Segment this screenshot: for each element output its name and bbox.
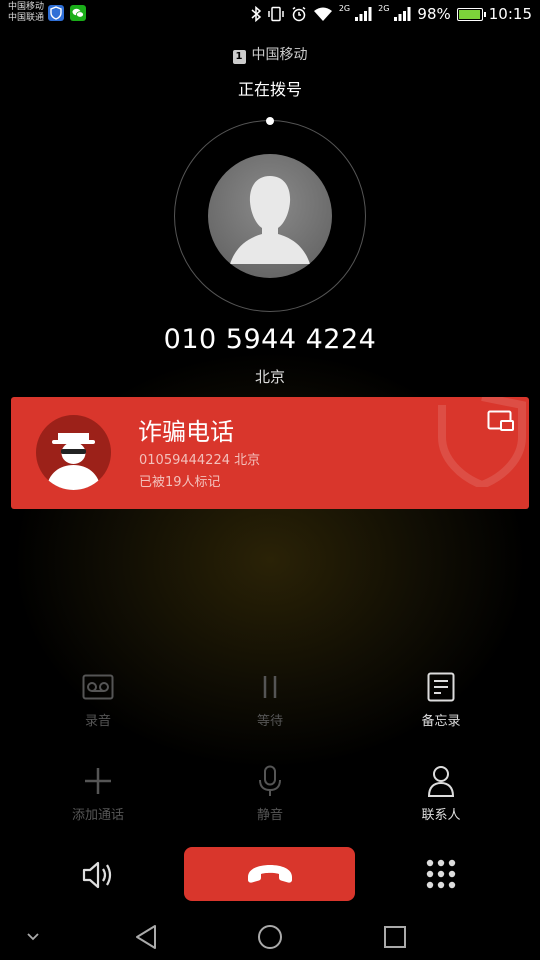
contacts-icon: [427, 766, 455, 797]
hold-button[interactable]: 等待: [200, 670, 340, 729]
phone-number: 010 5944 4224: [163, 324, 377, 355]
hang-up-icon: [247, 865, 292, 883]
add-call-label: 添加通话: [71, 808, 124, 823]
network-type-1: 2G: [338, 3, 351, 13]
contacts-button[interactable]: 联系人: [371, 764, 511, 823]
bluetooth-icon: [251, 6, 261, 22]
record-label: 录音: [84, 714, 111, 729]
contact-avatar: [208, 154, 332, 278]
network-type-2: 2G: [378, 3, 390, 13]
hold-label: 等待: [256, 714, 283, 729]
battery-percent: 98%: [417, 5, 451, 23]
status-bar: 中国移动 中国联通 2G 2G 98% 10:15: [0, 0, 540, 28]
memo-button[interactable]: 备忘录: [371, 670, 511, 729]
status-icons: 2G 2G 98% 10:15: [251, 4, 532, 24]
fraud-warning-card[interactable]: 诈骗电话 01059444224 北京 已被19人标记: [11, 397, 529, 509]
caller-location: 北京: [254, 368, 285, 386]
wifi-icon: [313, 7, 332, 21]
add-call-button[interactable]: 添加通话: [28, 764, 168, 823]
sim-carrier: 中国移动: [251, 47, 308, 63]
recents-icon[interactable]: [383, 925, 407, 949]
mute-icon: [259, 765, 281, 796]
record-icon: [82, 674, 114, 700]
add-call-icon: [85, 768, 111, 794]
memo-label: 备忘录: [421, 714, 461, 729]
carrier-labels: 中国移动 中国联通: [8, 2, 44, 24]
battery-icon: [456, 7, 486, 21]
alarm-icon: [292, 6, 306, 22]
fraud-number-location: 01059444224 北京: [139, 453, 261, 468]
floating-window-icon[interactable]: [487, 410, 515, 434]
vibrate-icon: [268, 6, 284, 22]
sim-carrier-row: 1 中国移动: [0, 44, 540, 64]
mute-label: 静音: [256, 808, 283, 823]
memo-icon: [427, 672, 455, 702]
contacts-label: 联系人: [421, 808, 461, 823]
person-silhouette-icon: [230, 176, 310, 264]
shield-icon: [48, 5, 64, 21]
back-icon[interactable]: [134, 924, 158, 950]
wechat-icon: [70, 5, 86, 21]
signal-icon-2: [394, 7, 411, 21]
fraud-mark-count: 已被19人标记: [139, 475, 221, 490]
home-icon[interactable]: [257, 924, 283, 950]
speaker-icon[interactable]: [80, 858, 114, 892]
sim-1-icon: 1: [232, 50, 246, 64]
dialpad-icon[interactable]: [426, 859, 456, 889]
clock: 10:15: [488, 5, 532, 23]
signal-icon: [355, 7, 372, 21]
record-button[interactable]: 录音: [28, 670, 168, 729]
navigation-bar: [0, 912, 540, 960]
carrier-2: 中国联通: [8, 13, 45, 23]
end-call-button[interactable]: [184, 847, 355, 901]
mute-button[interactable]: 静音: [200, 764, 340, 823]
carrier-1: 中国移动: [8, 2, 45, 12]
ring-progress-dot: [266, 117, 274, 125]
call-status: 正在拨号: [237, 80, 302, 99]
fraud-title: 诈骗电话: [138, 418, 234, 446]
hold-icon: [263, 676, 277, 698]
chevron-down-icon[interactable]: [26, 932, 40, 942]
fraudster-avatar-icon: [36, 415, 111, 490]
